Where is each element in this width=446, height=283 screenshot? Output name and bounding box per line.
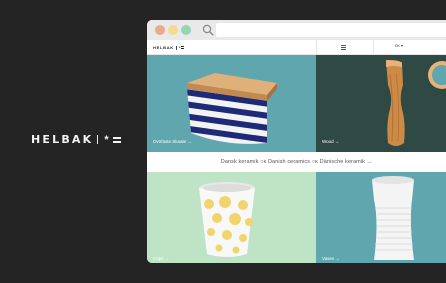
search-icon[interactable] (202, 24, 214, 36)
brand-logo: HELBAK * (31, 133, 121, 146)
site-logo-flag-icon (181, 46, 185, 49)
category-banner[interactable]: Dansk keramik ○κ Danish ceramics ○κ Däni… (147, 152, 446, 172)
hamburger-icon[interactable] (341, 45, 346, 50)
browser-toolbar (147, 20, 446, 40)
tile-wood[interactable]: Wood → (316, 55, 446, 152)
white-vase-image (372, 176, 414, 260)
tile-label[interactable]: Ovnfaste Skaale → (153, 139, 192, 144)
address-bar[interactable] (216, 23, 446, 37)
ceramic-box-image (187, 73, 277, 144)
tile-ceramic-box[interactable]: Ovnfaste Skaale → (147, 55, 316, 152)
site-logo-divider (175, 45, 177, 50)
close-window-button[interactable] (155, 25, 165, 35)
site-logo-star: * (178, 45, 181, 50)
wood-grinder-image (386, 60, 446, 146)
site-logo-name: HELBAK (153, 45, 174, 50)
page: HELBAK * HELBAK * DK Ovnfaste Skaale → W… (0, 0, 446, 283)
maximize-window-button[interactable] (181, 25, 191, 35)
brand-star: * (104, 133, 109, 146)
tile-label[interactable]: Vases → (322, 256, 340, 261)
language-selector[interactable]: DK (395, 44, 403, 48)
tile-label[interactable]: Wood → (322, 139, 339, 144)
dotted-cup-image (199, 182, 255, 257)
tile-label[interactable]: Cups → (153, 256, 169, 261)
site-logo[interactable]: HELBAK * (153, 45, 185, 50)
brand-name: HELBAK (31, 133, 94, 146)
brand-divider (97, 135, 99, 144)
brand-flag-icon (112, 136, 121, 143)
site-header: HELBAK * DK (147, 40, 446, 55)
category-banner-text[interactable]: Dansk keramik ○κ Danish ceramics ○κ Däni… (221, 159, 372, 165)
minimize-window-button[interactable] (168, 25, 178, 35)
tile-cups[interactable]: Cups → (147, 172, 316, 263)
tile-vases[interactable]: Vases → (316, 172, 446, 263)
browser-window: HELBAK * DK Ovnfaste Skaale → Wood → Dan… (147, 20, 446, 263)
nav-language-cell (373, 40, 446, 55)
